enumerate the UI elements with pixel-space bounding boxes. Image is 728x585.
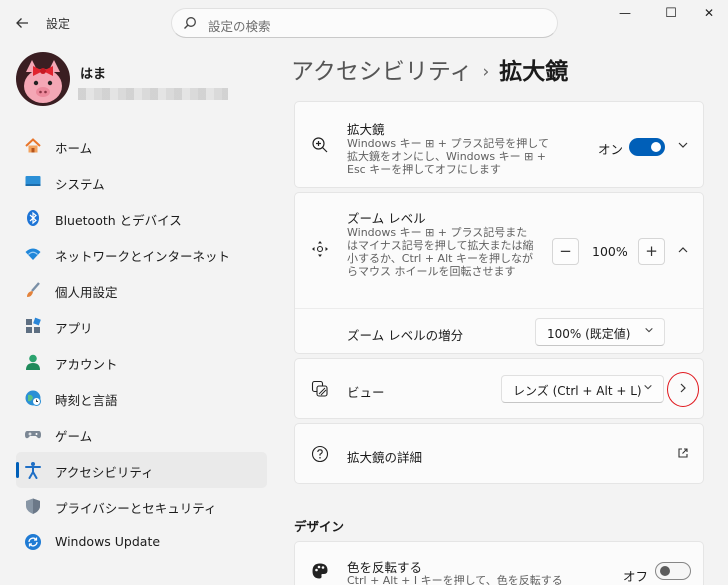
lens-view-icon (311, 380, 328, 397)
zoom-increment-value: 100% (既定値) (547, 327, 631, 341)
zoom-increase-button[interactable]: + (638, 238, 665, 265)
zoom-level-value: 100% (592, 244, 628, 259)
sidebar-item-label: ネットワークとインターネット (55, 249, 231, 264)
accessibility-icon (25, 462, 41, 479)
chevron-down-icon[interactable] (675, 139, 691, 155)
page-title: 拡大鏡 (499, 59, 569, 85)
highlight-circle (667, 372, 699, 407)
home-icon (25, 138, 41, 153)
system-icon (25, 176, 41, 186)
sidebar-item-privacy[interactable]: プライバシーとセキュリティ (16, 488, 267, 524)
magnifier-description: Windows キー ⊞ + プラス記号を押して拡大鏡をオンにし、Windows… (347, 137, 549, 176)
sidebar-item-label: アクセシビリティ (55, 465, 154, 480)
help-icon (311, 445, 329, 463)
gamepad-icon (25, 431, 41, 439)
sidebar-item-bluetooth[interactable]: Bluetooth とデバイス (16, 200, 267, 236)
zoom-level-description: Windows キー ⊞ + プラス記号またはマイナス記号を押して拡大または縮小… (347, 226, 534, 278)
sidebar-item-apps[interactable]: アプリ (16, 308, 267, 344)
update-icon (25, 534, 41, 550)
zoom-level-card: ズーム レベル Windows キー ⊞ + プラス記号またはマイナス記号を押し… (294, 192, 704, 354)
zoom-level-title: ズーム レベル (347, 211, 426, 226)
brush-icon (27, 282, 40, 297)
bluetooth-icon (27, 210, 39, 226)
profile-email-blurred (78, 88, 228, 100)
apps-icon (26, 317, 41, 333)
sidebar-item-personalization[interactable]: 個人用設定 (16, 272, 267, 308)
chevron-up-icon[interactable] (675, 244, 691, 260)
view-card: ビュー レンズ (Ctrl + Alt + L) (294, 358, 704, 419)
move-arrows-icon (312, 241, 328, 257)
magnifier-details-title: 拡大鏡の詳細 (347, 450, 423, 465)
divider (295, 308, 703, 309)
sidebar-item-time-language[interactable]: 時刻と言語 (16, 380, 267, 416)
breadcrumb-parent[interactable]: アクセシビリティ (291, 59, 472, 85)
shield-icon (26, 498, 40, 514)
invert-colors-description: Ctrl + Alt + I キーを押して、色を反転する (347, 574, 563, 585)
invert-colors-card: 色を反転する Ctrl + Alt + I キーを押して、色を反転する オフ (294, 541, 704, 585)
close-button[interactable]: ✕ (686, 6, 728, 26)
magnifier-state-label: オン (598, 142, 624, 157)
chevron-down-icon (644, 325, 654, 338)
magnifier-card: 拡大鏡 Windows キー ⊞ + プラス記号を押して拡大鏡をオンにし、Win… (294, 101, 704, 188)
minimize-button[interactable]: — (602, 6, 648, 26)
invert-colors-toggle[interactable] (655, 562, 691, 580)
search-input[interactable]: 設定の検索 (171, 8, 558, 38)
sidebar-nav: ホーム システム Bluetooth とデバイス ネットワークとインターネット … (16, 128, 267, 560)
view-title: ビュー (347, 385, 385, 400)
sidebar-item-accounts[interactable]: アカウント (16, 344, 267, 380)
palette-icon (312, 563, 328, 579)
invert-colors-state-label: オフ (623, 569, 649, 584)
view-dropdown[interactable]: レンズ (Ctrl + Alt + L) (501, 375, 664, 403)
zoom-in-icon (312, 137, 328, 153)
external-link-icon[interactable] (675, 447, 691, 463)
sidebar-item-label: 個人用設定 (55, 285, 118, 300)
zoom-increment-label: ズーム レベルの増分 (347, 328, 464, 343)
sidebar-item-network[interactable]: ネットワークとインターネット (16, 236, 267, 272)
sidebar-item-windows-update[interactable]: Windows Update (16, 524, 267, 560)
sidebar-item-label: Bluetooth とデバイス (55, 213, 182, 228)
zoom-increment-dropdown[interactable]: 100% (既定値) (535, 318, 665, 346)
sidebar-item-label: システム (55, 177, 105, 192)
sidebar-item-system[interactable]: システム (16, 164, 267, 200)
sidebar-item-label: アプリ (55, 321, 93, 336)
avatar[interactable] (16, 52, 70, 106)
sidebar-item-label: アカウント (55, 357, 118, 372)
sidebar-item-label: ゲーム (55, 429, 93, 444)
magnifier-toggle[interactable] (629, 138, 665, 156)
breadcrumb-separator: › (482, 62, 490, 82)
design-section-title: デザイン (294, 519, 345, 534)
view-value: レンズ (Ctrl + Alt + L) (513, 384, 642, 398)
wifi-icon (25, 248, 41, 260)
search-icon (184, 17, 196, 29)
magnifier-title: 拡大鏡 (347, 122, 385, 137)
back-arrow-icon[interactable] (10, 11, 34, 35)
magnifier-details-card[interactable]: 拡大鏡の詳細 (294, 423, 704, 484)
profile-name: はま (80, 67, 107, 82)
sidebar-item-label: Windows Update (55, 534, 161, 549)
sidebar-item-home[interactable]: ホーム (16, 128, 267, 164)
search-placeholder: 設定の検索 (208, 19, 271, 34)
sidebar-item-label: プライバシーとセキュリティ (55, 501, 217, 516)
sidebar-item-gaming[interactable]: ゲーム (16, 416, 267, 452)
app-title: 設定 (46, 17, 71, 31)
sidebar-item-label: 時刻と言語 (55, 393, 118, 408)
chevron-down-icon (643, 382, 653, 395)
globe-clock-icon (25, 390, 41, 406)
title-bar: 設定 設定の検索 — ☐ ✕ (0, 0, 728, 46)
account-icon (26, 354, 40, 370)
sidebar-item-label: ホーム (55, 141, 93, 156)
zoom-decrease-button[interactable]: − (552, 238, 579, 265)
breadcrumb: アクセシビリティ › 拡大鏡 (291, 52, 568, 86)
sidebar-item-accessibility[interactable]: アクセシビリティ (16, 452, 267, 488)
